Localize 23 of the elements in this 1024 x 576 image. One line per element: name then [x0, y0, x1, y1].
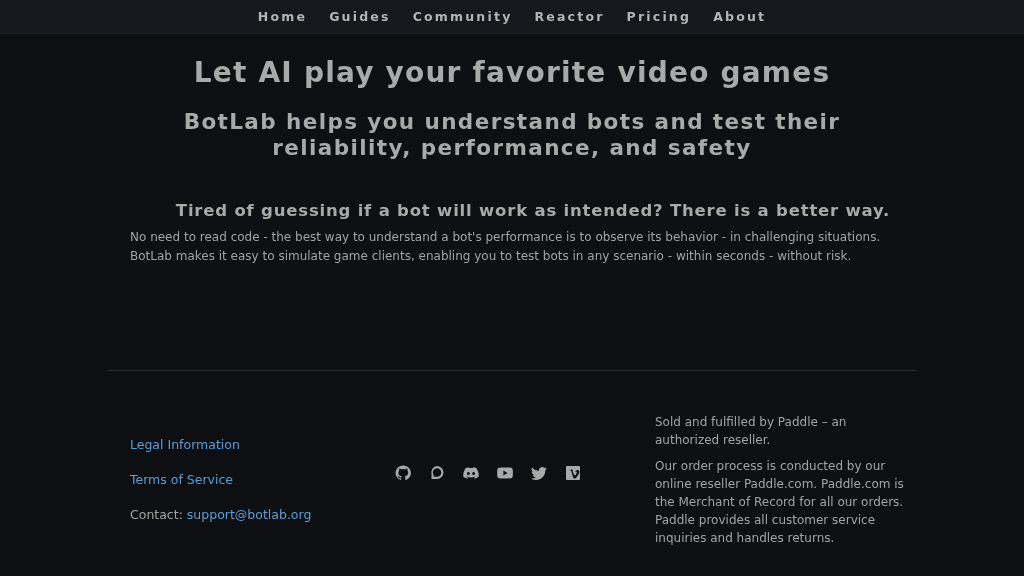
email-link[interactable]: support@botlab.org [186, 507, 312, 522]
paragraph: Our order process is conducted by our online reseller Paddle.com. Paddle.com is the Merchant of Record for all our orders. Paddle provides all customer service inquiries and handles returns. [655, 458, 905, 547]
nav-link[interactable]: Guides [329, 9, 391, 24]
nav-link[interactable]: Home [257, 9, 308, 24]
twitter-icon[interactable] [531, 465, 547, 481]
hero-subtitle: BotLab helps you understand bots and test their reliability, performance, and safety [182, 109, 842, 161]
discord-icon[interactable] [463, 465, 479, 481]
hero-title: Let AI play your favorite video games [192, 56, 832, 89]
youtube-icon[interactable] [497, 465, 513, 481]
paragraph: Sold and fulfilled by Paddle – an authorized reseller. [655, 414, 848, 449]
footer-link[interactable]: Legal Information [130, 437, 240, 452]
paragraph: BotLab makes it easy to simulate game clients, enabling you to test bots in any scenario - within seconds - without risk. [130, 248, 853, 265]
nav-link[interactable]: Reactor [534, 9, 605, 24]
nav-link[interactable]: Community [412, 9, 513, 24]
nav-link[interactable]: About [713, 9, 767, 24]
contact-label: Contact: [130, 507, 183, 522]
vimeo-icon[interactable] [565, 465, 581, 481]
chat-icon[interactable] [429, 465, 445, 481]
paragraph: No need to read code - the best way to understand a bot's performance is to observe its behavior - in challenging situations. [130, 229, 882, 246]
nav-link[interactable]: Pricing [626, 9, 692, 24]
github-icon[interactable] [395, 465, 411, 481]
footer-link[interactable]: Terms of Service [130, 472, 233, 487]
section-heading: Tired of guessing if a bot will work as intended? There is a better way. [174, 201, 892, 220]
